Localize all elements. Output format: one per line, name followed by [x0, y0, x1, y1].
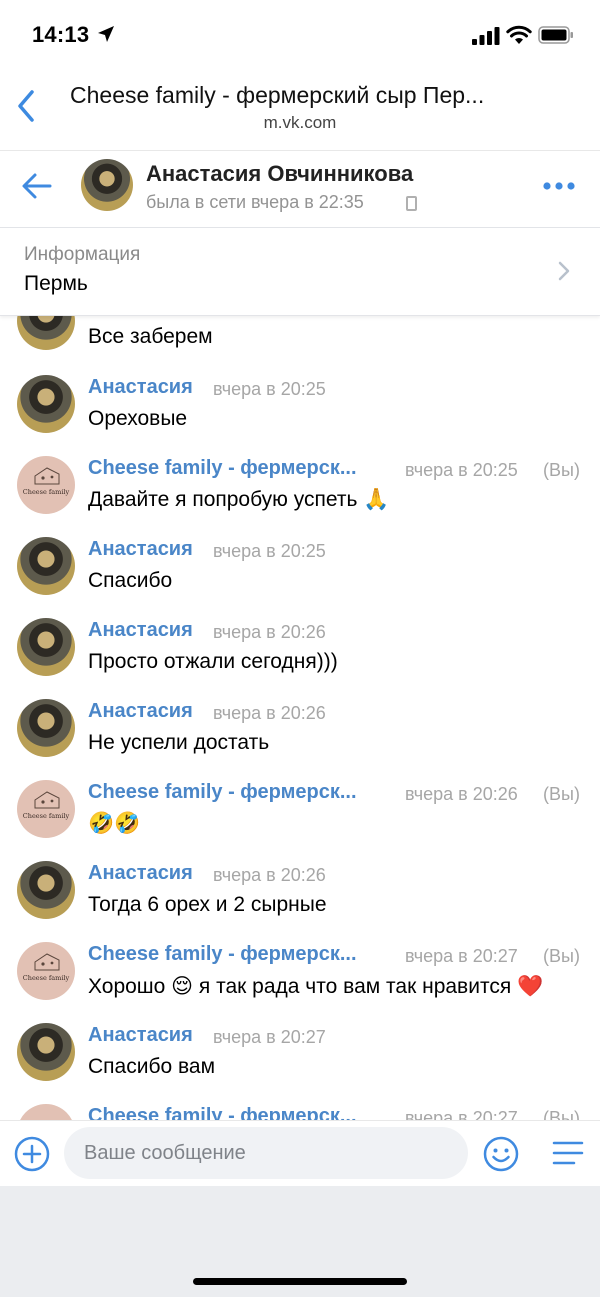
status-bar: 14:13	[0, 0, 600, 70]
avatar[interactable]: Cheese family	[17, 780, 75, 838]
avatar[interactable]	[17, 537, 75, 595]
message-text: Хорошо 😌 я так рада что вам так нравится…	[88, 975, 544, 998]
message-time: вчера в 20:25	[213, 541, 326, 561]
avatar[interactable]	[17, 1104, 75, 1120]
message-text: Все заберем	[88, 325, 213, 348]
browser-page-title: Cheese family - фермерский сыр Пер...	[70, 82, 485, 108]
message-time: вчера в 20:27	[405, 1108, 518, 1120]
message-author[interactable]: Cheese family - фермерск...	[88, 457, 357, 480]
cheese-logo-text: Cheese family	[23, 488, 70, 496]
plus-circle-icon[interactable]	[14, 1136, 50, 1172]
message-author[interactable]: Анастасия	[88, 700, 193, 723]
more-dots-icon[interactable]	[542, 179, 576, 193]
cheese-logo-icon: Cheese family	[23, 953, 70, 982]
you-badge: (Вы)	[543, 946, 580, 966]
cheese-logo-icon: Cheese family	[23, 791, 70, 820]
avatar[interactable]	[17, 316, 75, 350]
message-author[interactable]: Анастасия	[88, 862, 193, 885]
message-text: Давайте я попробую успеть 🙏	[88, 488, 390, 511]
message-text: 🤣🤣	[88, 812, 141, 835]
message-text: Спасибо	[88, 569, 173, 592]
message-author[interactable]: Анастасия	[88, 1024, 193, 1047]
list-item: Все заберем	[0, 316, 600, 350]
message-author[interactable]: Cheese family - фермерск...	[88, 781, 357, 804]
browser-bar: Cheese family - фермерский сыр Пер... m.…	[0, 70, 600, 150]
message-time: вчера в 20:27	[405, 946, 518, 966]
chevron-right-icon	[558, 261, 570, 281]
signal-icon	[472, 27, 500, 45]
list-item: Анастасия вчера в 20:26 Не успели достат…	[0, 690, 600, 771]
menu-lines-icon[interactable]	[552, 1137, 584, 1169]
message-author[interactable]: Анастасия	[88, 538, 193, 561]
avatar[interactable]	[81, 159, 133, 211]
list-item: Cheese family - фермерск... вчера в 20:2…	[0, 1095, 600, 1120]
location-arrow-icon	[98, 26, 114, 42]
wifi-icon	[506, 25, 532, 44]
list-item: Cheese family Cheese family - фермерск..…	[0, 933, 600, 1014]
message-text: Тогда 6 орех и 2 сырные	[88, 893, 327, 916]
avatar[interactable]	[17, 699, 75, 757]
message-time: вчера в 20:25	[213, 379, 326, 399]
message-time: вчера в 20:27	[213, 1027, 326, 1047]
message-time: вчера в 20:26	[213, 622, 326, 642]
battery-icon	[538, 26, 573, 44]
info-bar[interactable]: Информация Пермь	[0, 228, 600, 316]
list-item: Анастасия вчера в 20:26 Просто отжали се…	[0, 609, 600, 690]
you-badge: (Вы)	[543, 1108, 580, 1120]
avatar[interactable]: Cheese family	[17, 456, 75, 514]
message-author[interactable]: Cheese family - фермерск...	[88, 1105, 357, 1120]
arrow-left-icon[interactable]	[20, 171, 54, 201]
message-time: вчера в 20:26	[213, 865, 326, 885]
avatar[interactable]: Cheese family	[17, 942, 75, 1000]
list-item: Анастасия вчера в 20:25 Спасибо	[0, 528, 600, 609]
message-time: вчера в 20:26	[213, 703, 326, 723]
message-text: Просто отжали сегодня)))	[88, 650, 338, 673]
list-item: Cheese family Cheese family - фермерск..…	[0, 771, 600, 852]
info-city: Пермь	[24, 272, 88, 295]
avatar[interactable]	[17, 861, 75, 919]
list-item: Анастасия вчера в 20:27 Спасибо вам	[0, 1014, 600, 1095]
message-author[interactable]: Анастасия	[88, 376, 193, 399]
cheese-logo-text: Cheese family	[23, 974, 70, 982]
avatar[interactable]	[17, 618, 75, 676]
keyboard-area	[0, 1186, 600, 1297]
you-badge: (Вы)	[543, 784, 580, 804]
info-label: Информация	[24, 244, 141, 265]
you-badge: (Вы)	[543, 460, 580, 480]
list-item: Cheese family Cheese family - фермерск..…	[0, 447, 600, 528]
cheese-logo-icon: Cheese family	[23, 467, 70, 496]
message-list[interactable]: Все заберем Анастасия вчера в 20:25 Орех…	[0, 316, 600, 1120]
message-author[interactable]: Cheese family - фермерск...	[88, 943, 357, 966]
phone-device-icon	[406, 196, 417, 211]
cheese-logo-text: Cheese family	[23, 812, 70, 820]
avatar[interactable]	[17, 1023, 75, 1081]
message-time: вчера в 20:25	[405, 460, 518, 480]
message-composer	[0, 1120, 600, 1186]
list-item: Анастасия вчера в 20:25 Ореховые	[0, 366, 600, 447]
smile-icon[interactable]	[483, 1136, 519, 1172]
home-indicator[interactable]	[193, 1278, 407, 1285]
message-input[interactable]	[64, 1127, 468, 1179]
message-text: Не успели достать	[88, 731, 270, 754]
avatar[interactable]	[17, 375, 75, 433]
message-time: вчера в 20:26	[405, 784, 518, 804]
message-text: Спасибо вам	[88, 1055, 216, 1078]
last-seen-status: была в сети вчера в 22:35	[146, 192, 364, 212]
status-time: 14:13	[32, 22, 90, 47]
list-item: Анастасия вчера в 20:26 Тогда 6 орех и 2…	[0, 852, 600, 933]
browser-url: m.vk.com	[263, 113, 337, 132]
chat-header: Анастасия Овчинникова была в сети вчера …	[0, 150, 600, 228]
message-text: Ореховые	[88, 407, 188, 430]
message-author[interactable]: Анастасия	[88, 619, 193, 642]
contact-name[interactable]: Анастасия Овчинникова	[146, 161, 413, 187]
